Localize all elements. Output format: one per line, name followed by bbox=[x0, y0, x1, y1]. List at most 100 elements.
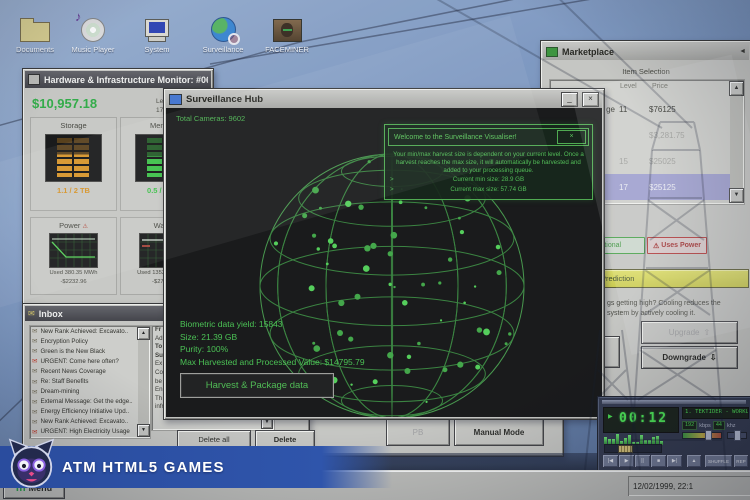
window-icon bbox=[28, 74, 40, 85]
collapse-icon[interactable]: ◄ bbox=[739, 48, 746, 55]
window-title: Marketplace bbox=[562, 47, 735, 57]
desktop-icon-documents[interactable]: Documents bbox=[6, 12, 64, 54]
samplerate-label: khz bbox=[727, 423, 736, 429]
balance-slider[interactable] bbox=[727, 432, 747, 439]
storage-panel: Storage 1.1 / 2 TB bbox=[30, 117, 117, 211]
inbox-item[interactable]: ✉New Rank Achieved: Excavato.. bbox=[30, 417, 150, 427]
dialog-title: Welcome to the Surveillance Visualiser! bbox=[389, 134, 557, 141]
desktop-screen: Documents Music Player System Surveillan… bbox=[0, 0, 750, 500]
inbox-item-urgent[interactable]: ✉URGENT: Come here often? bbox=[30, 356, 150, 366]
downgrade-button[interactable]: Downgrade ⇩ bbox=[641, 346, 738, 369]
icon-label: System bbox=[128, 45, 186, 54]
inbox-item[interactable]: ✉External Message: Get the edge.. bbox=[30, 397, 150, 407]
folder-icon bbox=[20, 22, 50, 42]
icon-label: Music Player bbox=[64, 45, 122, 54]
mail-icon: ✉ bbox=[28, 309, 35, 318]
inbox-item[interactable]: ✉Green is the New Black bbox=[30, 346, 150, 356]
power-warning-icon: ⚠ bbox=[653, 242, 659, 250]
inbox-item[interactable]: ✉Recent News Coverage bbox=[30, 366, 150, 376]
total-cameras: Total Cameras: 9602 bbox=[176, 114, 245, 123]
inbox-message-list: ✉New Rank Achieved: Excavato.. ✉Encrypti… bbox=[29, 325, 151, 439]
samplerate-value: 44 bbox=[713, 421, 725, 430]
desktop-icon-system[interactable]: System bbox=[128, 12, 186, 54]
power-cost: -$2232.96 bbox=[31, 279, 116, 285]
track-time: 00:12 bbox=[619, 411, 668, 426]
mail-icon: ✉ bbox=[32, 388, 37, 396]
banner-text: ATM HTML5 GAMES bbox=[62, 446, 225, 488]
pause-button[interactable]: || bbox=[634, 454, 651, 468]
stream-info: 192 kbps 44 khz bbox=[682, 421, 736, 430]
marketplace-window-icon bbox=[546, 47, 558, 57]
inbox-list-scrollbar[interactable]: ▲ ▼ bbox=[138, 327, 149, 437]
dialog-close-icon[interactable]: × bbox=[557, 130, 586, 144]
disabled-mode-button[interactable]: PB bbox=[386, 418, 450, 446]
inbox-item-urgent[interactable]: ✉URGENT: High Electricity Usage bbox=[30, 427, 150, 437]
play-button[interactable]: ▶ bbox=[618, 454, 635, 468]
biometric-yield: Biometric data yield: 15843 bbox=[180, 318, 365, 331]
bitrate-value: 192 bbox=[682, 421, 697, 430]
harvest-size: Size: 21.39 GB bbox=[180, 331, 365, 344]
inbox-item[interactable]: ✉Energy Efficiency Initiative Upd.. bbox=[30, 407, 150, 417]
scroll-up-icon[interactable]: ▲ bbox=[137, 327, 150, 340]
previous-button[interactable]: |◀ bbox=[602, 454, 619, 468]
surveillance-hub-window: Surveillance Hub _ × Total Cameras: 9602… bbox=[163, 88, 605, 420]
scroll-up-icon[interactable]: ▲ bbox=[729, 81, 744, 96]
surveillance-viewport: Total Cameras: 9602 Welcome to the Surve… bbox=[166, 108, 602, 417]
prompt-chevron: > bbox=[390, 186, 394, 194]
play-status-icon: ▶ bbox=[608, 413, 613, 420]
shuffle-button[interactable]: SHUFFLE bbox=[704, 454, 733, 468]
icon-label: FACEMINER bbox=[258, 45, 316, 54]
seek-slider[interactable] bbox=[604, 444, 662, 453]
inbox-item[interactable]: ✉Re: Staff Benefits bbox=[30, 376, 150, 386]
desktop-icon-music-player[interactable]: Music Player bbox=[64, 12, 122, 54]
dialog-titlebar: Welcome to the Surveillance Visualiser! … bbox=[388, 128, 589, 146]
atm-games-banner[interactable]: ATM HTML5 GAMES bbox=[0, 446, 392, 488]
uses-power-status-button[interactable]: ⚠ Uses Power bbox=[647, 237, 707, 254]
level-column-header: Level bbox=[620, 83, 637, 90]
dialog-body: Your min/max harvest size is dependent o… bbox=[392, 151, 585, 174]
close-icon[interactable]: × bbox=[582, 92, 599, 107]
icon-label: Documents bbox=[6, 45, 64, 54]
icon-label: Surveillance bbox=[194, 45, 252, 54]
marketplace-titlebar[interactable]: Marketplace ◄ bbox=[543, 43, 749, 60]
mail-icon-urgent: ✉ bbox=[32, 357, 37, 365]
upgrade-button[interactable]: Upgrade ⇧ bbox=[641, 321, 738, 344]
surveillance-titlebar[interactable]: Surveillance Hub _ × bbox=[166, 91, 602, 108]
scroll-down-icon[interactable]: ▼ bbox=[137, 424, 150, 437]
next-button[interactable]: ▶| bbox=[666, 454, 683, 468]
repeat-button[interactable]: REP bbox=[733, 454, 749, 468]
computer-icon bbox=[145, 19, 169, 37]
harvest-stats: Biometric data yield: 15843 Size: 21.39 … bbox=[180, 318, 365, 368]
minimize-icon[interactable]: _ bbox=[561, 92, 578, 107]
price-column-header: Price bbox=[652, 83, 668, 90]
eject-button[interactable]: ▲ bbox=[686, 454, 702, 468]
stop-button[interactable]: ■ bbox=[650, 454, 667, 468]
inbox-item[interactable]: ✉Encryption Policy bbox=[30, 336, 150, 346]
scroll-down-icon[interactable]: ▼ bbox=[729, 188, 744, 203]
power-used: Used 380.35 MWh bbox=[31, 270, 116, 276]
min-size: Current min size: 28.9 GB bbox=[453, 176, 524, 183]
taskbar-clock: 12/02/1999, 22:1 bbox=[628, 476, 750, 496]
listbox-scrollbar[interactable]: ▲ ▼ bbox=[730, 81, 743, 203]
harvest-package-button[interactable]: Harvest & Package data bbox=[180, 373, 334, 398]
music-player: ▶ 00:12 1. TEKTIDER - WORKLIFE (3:4 192 … bbox=[597, 396, 750, 472]
mail-icon: ✉ bbox=[32, 347, 37, 355]
volume-slider[interactable] bbox=[682, 432, 722, 439]
manual-mode-button[interactable]: Manual Mode bbox=[454, 418, 544, 446]
mascot-logo-icon bbox=[8, 437, 55, 495]
globe-magnifier-icon bbox=[211, 17, 236, 42]
desktop-icon-faceminer[interactable]: FACEMINER bbox=[258, 12, 316, 54]
mail-icon: ✉ bbox=[32, 327, 37, 335]
inbox-item[interactable]: ✉New Rank Achieved: Excavato.. bbox=[30, 326, 150, 336]
music-cd-icon bbox=[81, 18, 105, 42]
mail-icon: ✉ bbox=[32, 337, 37, 345]
mail-icon: ✉ bbox=[32, 408, 37, 416]
player-titlebar[interactable] bbox=[602, 400, 746, 404]
desktop-icon-surveillance[interactable]: Surveillance bbox=[194, 12, 252, 54]
storage-label: Storage bbox=[31, 121, 116, 130]
inbox-item[interactable]: ✉Dream-mining bbox=[30, 387, 150, 397]
hardware-monitor-titlebar[interactable]: Hardware & Infrastructure Monitor: #068 bbox=[25, 71, 211, 88]
visualiser-dialog: Welcome to the Surveillance Visualiser! … bbox=[384, 124, 593, 200]
downgrade-arrow-icon: ⇩ bbox=[710, 353, 717, 362]
power-label: Power bbox=[59, 221, 80, 230]
